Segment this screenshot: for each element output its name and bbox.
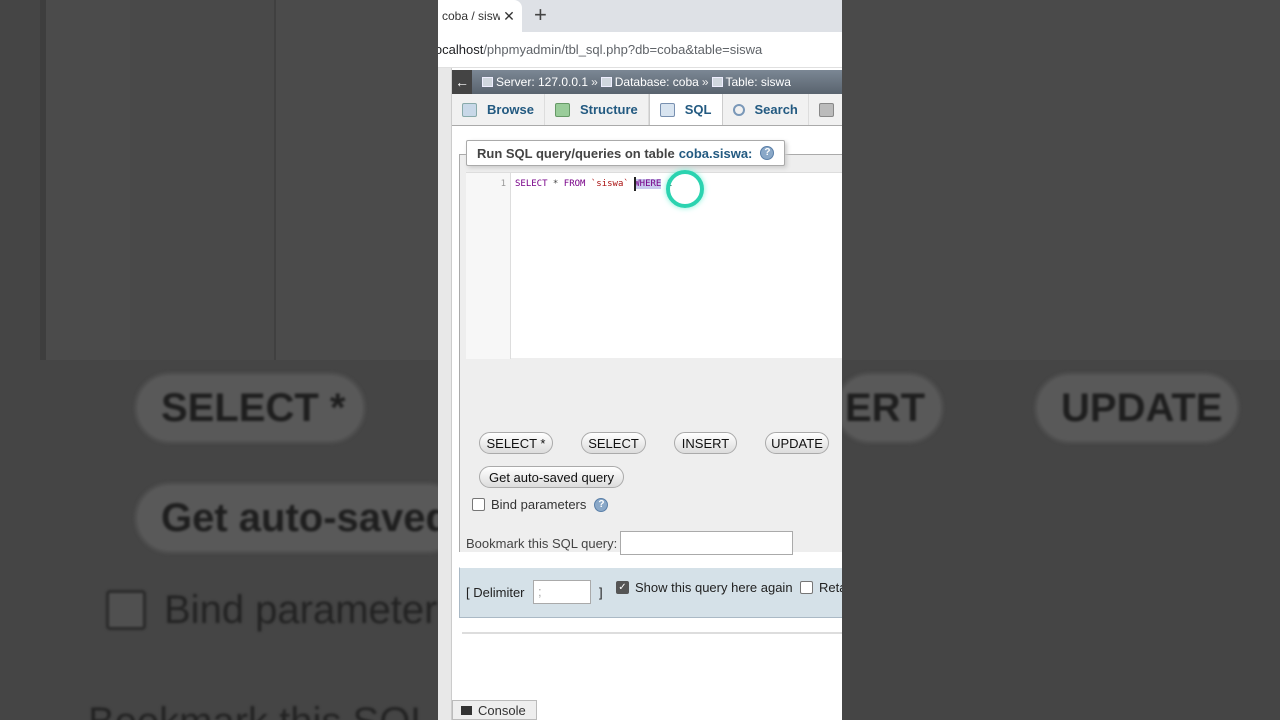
console-icon (461, 705, 472, 715)
insert-icon (818, 102, 834, 117)
browser-window: coba / siswa ✕ + localhost/phpmyadmin/tb… (438, 0, 842, 720)
text-cursor-icon (634, 177, 636, 191)
breadcrumb-database[interactable]: Database: coba (615, 75, 699, 89)
bind-parameters-checkbox[interactable] (472, 498, 485, 511)
bookmark-label: Bookmark this SQL query: (466, 536, 618, 551)
retain-query-box-checkbox[interactable] (800, 581, 813, 594)
sql-table-identifier: `siswa` (585, 179, 635, 189)
bg-select-star-button: SELECT * (134, 372, 366, 444)
close-icon[interactable]: ✕ (500, 8, 518, 25)
legend-text: Run SQL query/queries on table (477, 145, 675, 161)
breadcrumb-separator: » (591, 75, 598, 89)
breadcrumb: ← Server: 127.0.0.1 » Database: coba » T… (452, 70, 842, 94)
console-toggle[interactable]: Console (452, 700, 537, 720)
bookmark-input[interactable] (620, 531, 793, 555)
tab-sql[interactable]: SQL (648, 94, 723, 125)
table-icon (711, 77, 723, 87)
url-path: /phpmyadmin/tbl_sql.php?db=coba&table=si… (483, 42, 763, 57)
tab-label: Search (754, 102, 798, 117)
select-star-button[interactable]: SELECT * (479, 432, 553, 454)
browse-icon (462, 102, 477, 117)
help-icon[interactable]: ? (594, 497, 609, 512)
tab-label: Browse (487, 102, 534, 117)
address-bar[interactable]: localhost/phpmyadmin/tbl_sql.php?db=coba… (438, 32, 842, 68)
new-tab-icon[interactable]: + (534, 4, 547, 26)
bind-parameters-row: Bind parameters ? (472, 497, 609, 512)
sql-query-legend: Run SQL query/queries on table coba.sisw… (466, 140, 786, 166)
url-text: localhost/phpmyadmin/tbl_sql.php?db=coba… (438, 42, 762, 57)
click-indicator-icon (666, 170, 704, 208)
delimiter-bracket: ] (599, 585, 603, 600)
sql-keyword: FROM (563, 179, 586, 189)
back-arrow-icon[interactable]: ← (452, 70, 472, 94)
search-icon (732, 103, 745, 116)
show-query-again-checkbox[interactable]: ✓ (616, 581, 629, 594)
console-label: Console (478, 702, 526, 718)
breadcrumb-table[interactable]: Table: siswa (726, 75, 791, 89)
show-query-again-label[interactable]: Show this query here again (635, 580, 793, 595)
main-content: Run SQL query/queries on table coba.sisw… (452, 126, 842, 720)
retain-query-box-label[interactable]: Retain query box (819, 580, 842, 595)
retain-query-box-option[interactable]: Retain query box (800, 580, 842, 595)
update-button[interactable]: UPDATE (765, 432, 829, 454)
line-number-gutter: 1 (466, 173, 511, 359)
table-tabs: Browse Structure SQL Search (452, 94, 842, 126)
tab-search[interactable]: Search (723, 94, 809, 125)
delimiter-label: [ Delimiter (466, 585, 525, 600)
tab-browse[interactable]: Browse (452, 94, 545, 125)
bind-parameters-label[interactable]: Bind parameters (491, 497, 586, 512)
show-query-again-option[interactable]: ✓ Show this query here again (616, 580, 793, 595)
browser-tab-bar: coba / siswa ✕ + (438, 0, 842, 32)
select-button[interactable]: SELECT (581, 432, 646, 454)
help-icon[interactable]: ? (760, 146, 775, 160)
tab-label: SQL (684, 102, 712, 117)
bg-checkbox (106, 590, 146, 630)
bg-bookmark-label: Bookmark this SQL (88, 700, 433, 720)
breadcrumb-server[interactable]: Server: 127.0.0.1 (496, 75, 588, 89)
sql-icon (659, 102, 675, 117)
line-number: 1 (500, 179, 506, 189)
query-options-row: [ Delimiter ; ] ✓ Show this query here a… (459, 567, 842, 618)
bg-bind-label: Bind parameter (164, 588, 438, 632)
navigation-panel-collapsed[interactable] (438, 68, 452, 720)
browser-tab[interactable]: coba / siswa ✕ (438, 0, 522, 32)
legend-table-name: coba.siswa: (678, 145, 753, 161)
sql-editor[interactable]: 1 SELECT * FROM `siswa` WHERE 1 (466, 170, 842, 359)
bg-panel-right (842, 0, 1280, 360)
database-icon (600, 77, 612, 87)
sql-keyword: SELECT (515, 179, 548, 189)
insert-button[interactable]: INSERT (674, 432, 737, 454)
get-autosaved-query-button[interactable]: Get auto-saved query (479, 466, 624, 488)
sql-star: * (547, 179, 564, 189)
bg-insert-button: ERT (834, 372, 944, 444)
browser-tab-title: coba / siswa (442, 9, 500, 23)
server-icon (482, 77, 493, 87)
bg-panel-left (40, 0, 440, 360)
delimiter-input[interactable]: ; (533, 580, 591, 604)
divider (462, 632, 842, 634)
bg-panel-inner (130, 0, 276, 360)
tab-structure[interactable]: Structure (545, 94, 649, 125)
phpmyadmin-page: ← Server: 127.0.0.1 » Database: coba » T… (438, 68, 842, 720)
sql-code-line[interactable]: SELECT * FROM `siswa` WHERE 1 (515, 179, 672, 189)
bg-update-button: UPDATE (1034, 372, 1240, 444)
breadcrumb-separator: » (701, 75, 709, 89)
structure-icon (554, 102, 570, 117)
bg-autosaved-button: Get auto-saved (134, 482, 464, 554)
url-host: localhost (438, 42, 484, 57)
sql-keyword-selected: WHERE (634, 179, 662, 189)
tab-more[interactable] (809, 94, 842, 125)
tab-label: Structure (579, 102, 638, 117)
